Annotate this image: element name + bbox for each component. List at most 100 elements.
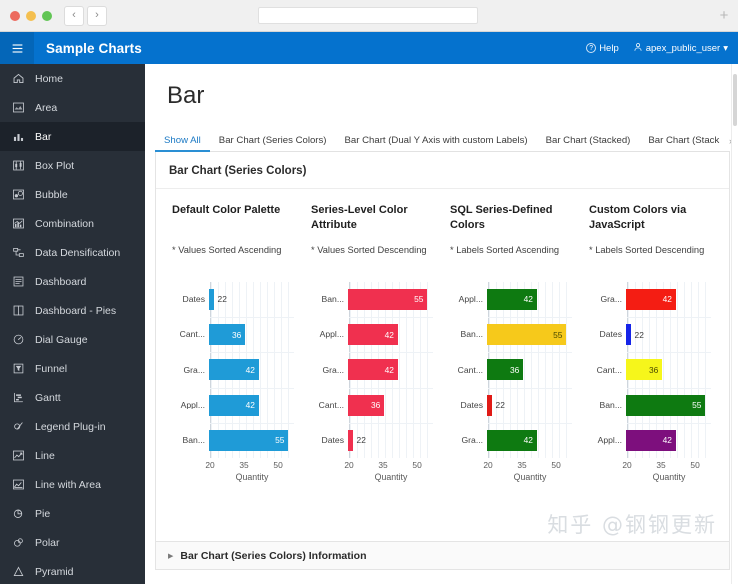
bar-track: 42 <box>208 352 294 387</box>
sidebar-item-bar[interactable]: Bar <box>0 122 145 151</box>
bar[interactable]: 55 <box>348 289 428 311</box>
sidebar-item-area[interactable]: Area <box>0 93 145 122</box>
sidebar-item-line[interactable]: Line <box>0 441 145 470</box>
sidebar-item-home[interactable]: Home <box>0 64 145 93</box>
bar[interactable]: 36 <box>487 359 524 381</box>
bar-track: 36 <box>347 388 433 423</box>
bar-chart-plot: Gra... 42 Dates 22 Cant... 36 Ban... 55 Appl... 4… <box>589 282 711 482</box>
sidebar-item-box-plot[interactable]: Box Plot <box>0 151 145 180</box>
bar[interactable]: 42 <box>209 394 259 416</box>
tab-bar-chart-stack[interactable]: Bar Chart (Stack <box>639 136 728 152</box>
tab-show-all[interactable]: Show All <box>155 136 210 152</box>
bar-value-label: 55 <box>692 399 702 410</box>
bar[interactable]: 42 <box>487 429 537 451</box>
bar[interactable]: 36 <box>348 394 385 416</box>
address-bar[interactable] <box>258 7 478 24</box>
bar[interactable]: 42 <box>626 289 676 311</box>
new-tab-button[interactable]: + <box>716 8 732 24</box>
bar[interactable]: 22 <box>487 394 505 416</box>
bar[interactable]: 55 <box>626 394 706 416</box>
tab-bar-chart-dual-y-axis-with-custom-labels[interactable]: Bar Chart (Dual Y Axis with custom Label… <box>336 136 537 152</box>
bar[interactable]: 42 <box>487 289 537 311</box>
main-content: Bar Show All Bar Chart (Series Colors) Bar… <box>145 64 738 584</box>
sidebar-item-legend-plug-in[interactable]: Legend Plug-in <box>0 412 145 441</box>
hamburger-icon[interactable] <box>0 32 34 64</box>
data-densification-icon <box>12 246 25 259</box>
bar[interactable]: 36 <box>209 324 246 346</box>
x-axis-title: Quantity <box>374 472 408 482</box>
bar-track: 22 <box>347 423 433 458</box>
bar-row: Gra... 42 <box>589 282 711 317</box>
bar-row: Cant... 36 <box>450 352 572 387</box>
vertical-scrollbar[interactable] <box>731 64 738 584</box>
close-window-button[interactable] <box>10 10 20 21</box>
sidebar-item-polar[interactable]: Polar <box>0 528 145 557</box>
bar[interactable]: 55 <box>209 429 289 451</box>
tab-list[interactable]: Show All Bar Chart (Series Colors) Bar Cha… <box>155 126 730 152</box>
sidebar-item-label: Data Densification <box>35 246 121 259</box>
header-actions: ? Help apex_public_user ▾ <box>586 42 738 55</box>
bar-chart-plot: Ban... 55 Appl... 42 Gra... 42 Cant... 36 Dates 2… <box>311 282 433 482</box>
minimize-window-button[interactable] <box>26 10 36 21</box>
bar[interactable]: 42 <box>209 359 259 381</box>
x-axis-tick: 35 <box>517 460 527 470</box>
dial-gauge-icon <box>12 333 25 346</box>
chart-subtitle: * Labels Sorted Descending <box>589 245 705 255</box>
bar-category-label: Cant... <box>179 330 205 340</box>
back-button[interactable]: ‹ <box>64 5 84 26</box>
bar-value-label: 22 <box>356 435 366 446</box>
sidebar-item-pyramid[interactable]: Pyramid <box>0 557 145 584</box>
bar-row: Ban... 55 <box>311 282 433 317</box>
app-header: Sample Charts ? Help apex_public_user ▾ <box>0 32 738 64</box>
bar-value-label: 36 <box>648 364 659 375</box>
help-button[interactable]: ? Help <box>586 43 619 54</box>
bar-track: 42 <box>347 317 433 352</box>
chart-subtitle: * Labels Sorted Ascending <box>450 245 560 255</box>
sidebar-item-pie[interactable]: Pie <box>0 499 145 528</box>
bar-row: Cant... 36 <box>172 317 294 352</box>
bar[interactable]: 42 <box>626 429 676 451</box>
chart-information-toggle[interactable]: ▶ Bar Chart (Series Colors) Information <box>156 541 729 569</box>
sidebar-item-combination[interactable]: Combination <box>0 209 145 238</box>
sidebar-item-dial-gauge[interactable]: Dial Gauge <box>0 325 145 354</box>
bar-row: Dates 22 <box>172 282 294 317</box>
sidebar-item-funnel[interactable]: Funnel <box>0 354 145 383</box>
chart-title: Custom Colors via JavaScript <box>589 204 687 231</box>
bar-value-label: 36 <box>231 329 242 340</box>
bar[interactable]: 22 <box>348 429 366 451</box>
bar[interactable]: 22 <box>209 289 227 311</box>
maximize-window-button[interactable] <box>42 10 52 21</box>
chevron-down-icon: ▾ <box>723 42 728 54</box>
forward-button[interactable]: › <box>87 5 107 26</box>
bar[interactable]: 22 <box>626 324 644 346</box>
user-icon <box>633 42 643 55</box>
sidebar-item-dashboard-pies[interactable]: Dashboard - Pies <box>0 296 145 325</box>
sidebar-item-dashboard[interactable]: Dashboard <box>0 267 145 296</box>
bar-track: 22 <box>625 317 711 352</box>
chart-column: SQL Series-Defined Colors * Labels Sorted… <box>434 203 573 482</box>
bar[interactable]: 42 <box>348 324 398 346</box>
sidebar-item-bubble[interactable]: Bubble <box>0 180 145 209</box>
bar-category-label: Cant... <box>457 365 483 375</box>
sidebar[interactable]: Home Area Bar Box Plot Bubble Combination Data… <box>0 64 145 584</box>
bar[interactable]: 55 <box>487 324 567 346</box>
sidebar-item-line-with-area[interactable]: Line with Area <box>0 470 145 499</box>
bar[interactable]: 36 <box>626 359 663 381</box>
sidebar-item-data-densification[interactable]: Data Densification <box>0 238 145 267</box>
bar-row: Gra... 42 <box>450 423 572 458</box>
sidebar-item-label: Line with Area <box>35 478 101 491</box>
bar-category-label: Ban... <box>321 295 344 304</box>
scrollbar-thumb[interactable] <box>733 74 737 126</box>
user-menu-button[interactable]: apex_public_user ▾ <box>633 42 728 55</box>
x-axis-tick: 35 <box>239 460 249 470</box>
bar-track: 42 <box>347 352 433 387</box>
sidebar-item-label: Line <box>35 449 55 462</box>
bar-value-label: 55 <box>275 435 285 446</box>
sidebar-item-label: Pie <box>35 507 51 520</box>
bar[interactable]: 42 <box>348 359 398 381</box>
bar-track: 55 <box>625 388 711 423</box>
bar-value-label: 36 <box>509 364 520 375</box>
tab-bar-chart-stacked[interactable]: Bar Chart (Stacked) <box>537 136 640 152</box>
tab-bar-chart-series-colors[interactable]: Bar Chart (Series Colors) <box>210 136 336 152</box>
sidebar-item-gantt[interactable]: Gantt <box>0 383 145 412</box>
